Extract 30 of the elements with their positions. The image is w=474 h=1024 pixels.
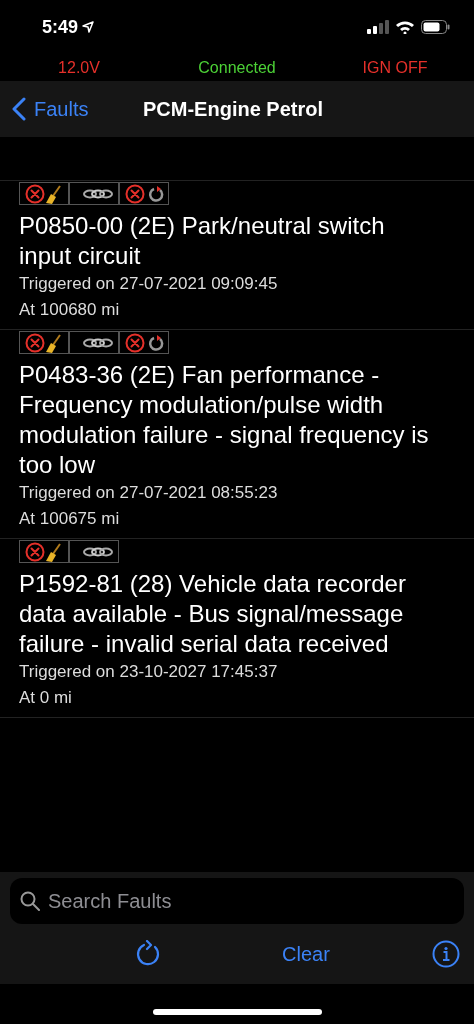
signal-icon [367, 20, 389, 34]
chevron-left-icon [12, 97, 26, 121]
clock: 5:49 [42, 15, 79, 39]
back-button[interactable]: Faults [0, 94, 89, 124]
mileage: At 0 mi [19, 687, 73, 709]
info-icon[interactable] [432, 940, 460, 968]
mileage: At 100680 mi [19, 299, 121, 321]
status-reading: IGN OFF [361, 57, 429, 78]
search-icon [20, 891, 40, 911]
status-reading: Connected [197, 57, 277, 78]
battery-icon [421, 20, 450, 34]
screen-title: PCM-Engine Petrol [143, 97, 323, 122]
status-reading: 12.0V [57, 57, 101, 78]
cross-broom-icon [24, 331, 64, 354]
fault-title: P1592-81 (28) Vehicle data recorder data available - Bus signal/message failure - invalid serial data received [19, 569, 407, 659]
trigger-time: Triggered on 23-10-2027 17:45:37 [19, 661, 279, 683]
wifi-icon [395, 20, 415, 34]
fault-title: P0483-36 (2E) Fan performance - Frequency modulation/pulse width modulation failure - signal frequency is too low [19, 360, 430, 480]
trigger-time: Triggered on 27-07-2021 08:55:23 [19, 482, 279, 504]
cross-broom-icon [24, 540, 64, 563]
clear-button[interactable]: Clear [282, 939, 330, 969]
search-field[interactable]: Search Faults [10, 878, 464, 924]
fault-title: P0850-00 (2E) Park/neutral switch input circuit [19, 211, 386, 271]
trigger-time: Triggered on 27-07-2021 09:09:45 [19, 273, 279, 295]
location-icon [82, 21, 95, 33]
mileage: At 100675 mi [19, 508, 121, 530]
refresh-icon[interactable] [134, 940, 162, 968]
cross-cycle-icon [124, 331, 164, 354]
cross-cycle-icon [124, 182, 164, 205]
cross-broom-icon [24, 182, 64, 205]
